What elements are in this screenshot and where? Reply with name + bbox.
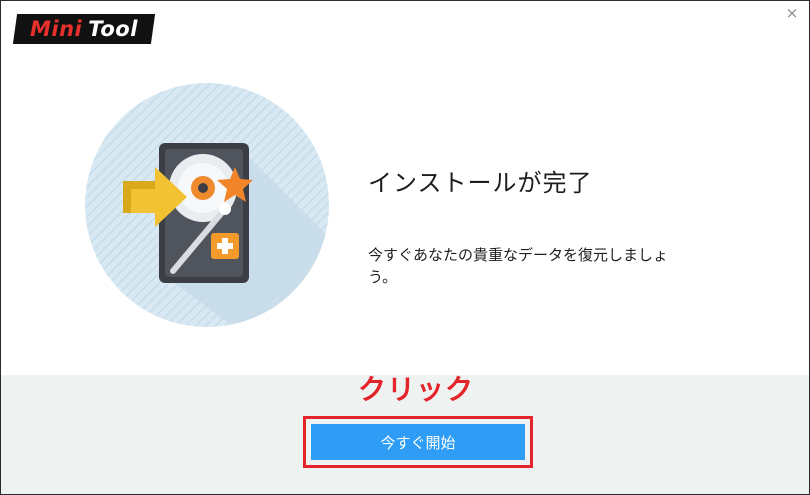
installer-window: Mini Tool × インストールが完了 今すぐあなたの貴重なデータを復元しま… — [0, 0, 810, 495]
logo-text-tool: Tool — [88, 17, 138, 41]
hard-drive-recovery-icon — [85, 83, 329, 327]
start-now-button[interactable]: 今すぐ開始 — [311, 424, 525, 460]
install-complete-heading: インストールが完了 — [368, 169, 593, 197]
click-annotation: クリック — [358, 373, 475, 406]
logo-text: Mini Tool — [30, 17, 138, 41]
minitool-logo: Mini Tool — [12, 14, 156, 44]
restore-description: 今すぐあなたの貴重なデータを復元しましょう。 — [368, 246, 669, 286]
close-button[interactable]: × — [783, 4, 801, 22]
logo-text-mini: Mini — [30, 17, 83, 41]
highlight-frame: 今すぐ開始 — [303, 416, 533, 468]
close-icon: × — [785, 4, 799, 22]
